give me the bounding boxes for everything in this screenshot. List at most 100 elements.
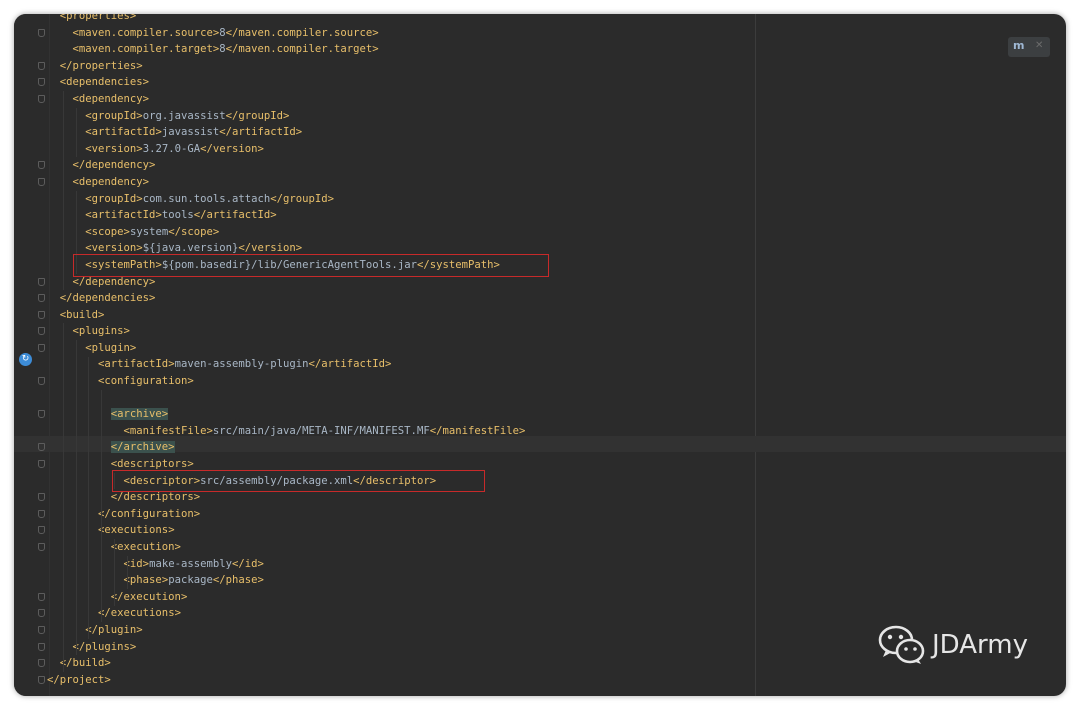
code-line[interactable]: <artifactId>javassist</artifactId> [14, 124, 1066, 141]
code-line[interactable]: <configuration> [14, 373, 1066, 390]
code-line[interactable]: </executions> [14, 605, 1066, 622]
xml-tag: </version> [238, 242, 303, 255]
maven-badge[interactable]: m ✕ [1008, 37, 1050, 57]
xml-text: tools [161, 209, 194, 222]
fold-marker-icon[interactable] [38, 277, 45, 286]
code-line[interactable]: <maven.compiler.target>8</maven.compiler… [14, 41, 1066, 58]
code-line[interactable]: <archive> [14, 406, 1066, 423]
xml-tag: <maven.compiler.target> [72, 43, 220, 56]
fold-marker-icon[interactable] [38, 543, 45, 551]
xml-tag: <maven.compiler.source> [72, 26, 220, 39]
code-line[interactable]: </properties> [14, 58, 1066, 75]
code-line[interactable]: <scope>system</scope> [14, 224, 1066, 241]
fold-marker-icon[interactable] [38, 493, 45, 502]
xml-tag: <archive> [110, 408, 169, 421]
code-line[interactable]: <dependency> [14, 174, 1066, 191]
fold-marker-icon[interactable] [38, 327, 45, 336]
xml-text: maven-assembly-plugin [174, 358, 309, 371]
indent-guide [113, 539, 115, 606]
code-line[interactable]: <build> [14, 307, 1066, 324]
fold-marker-icon[interactable] [38, 642, 45, 651]
code-content: </plugin> [47, 622, 142, 639]
fold-marker-icon[interactable] [38, 625, 45, 634]
fold-marker-icon[interactable] [38, 177, 45, 186]
code-line[interactable] [14, 390, 1066, 407]
code-line[interactable]: <groupId>org.javassist</groupId> [14, 108, 1066, 125]
code-line[interactable]: <artifactId>maven-assembly-plugin</artif… [14, 356, 1066, 373]
maven-run-icon[interactable]: ↻ [19, 353, 32, 366]
fold-marker-icon[interactable] [38, 410, 45, 419]
xml-tag: </maven.compiler.target> [225, 43, 379, 56]
highlight-box [73, 254, 549, 277]
code-line[interactable]: </project> [14, 672, 1066, 689]
code-content: </build> [47, 655, 111, 672]
fold-marker-icon[interactable] [38, 443, 45, 452]
fold-marker-icon[interactable] [38, 294, 45, 303]
xml-text: package [168, 574, 213, 587]
code-content: <plugin> [47, 340, 136, 357]
fold-marker-icon[interactable] [38, 460, 45, 469]
xml-text: 3.27.0-GA [142, 142, 201, 155]
xml-text: src/main/java/META-INF/MANIFEST.MF [212, 424, 430, 437]
code-content: <artifactId>tools</artifactId> [47, 207, 276, 224]
code-content: <maven.compiler.source>8</maven.compiler… [47, 25, 379, 42]
code-line[interactable]: </archive> [14, 439, 1066, 456]
fold-marker-icon[interactable] [38, 659, 45, 668]
code-content: <executions> [47, 522, 175, 539]
code-line[interactable]: <dependencies> [14, 74, 1066, 91]
code-content: <groupId>org.javassist</groupId> [47, 108, 289, 125]
close-icon[interactable]: ✕ [1035, 40, 1043, 51]
code-line[interactable]: <plugins> [14, 323, 1066, 340]
code-line[interactable]: <id>make-assembly</id> [14, 556, 1066, 573]
code-line[interactable]: <plugin> [14, 340, 1066, 357]
code-line[interactable]: <version>3.27.0-GA</version> [14, 141, 1066, 158]
highlight-box [111, 469, 485, 493]
code-line[interactable]: </execution> [14, 589, 1066, 606]
fold-marker-icon[interactable] [38, 609, 45, 618]
xml-tag: </phase> [212, 574, 264, 587]
xml-tag: </dependency> [72, 275, 156, 288]
indent-guide [62, 323, 64, 672]
fold-marker-icon[interactable] [38, 78, 45, 87]
code-line[interactable]: <properties> [14, 14, 1066, 25]
fold-marker-icon[interactable] [38, 61, 45, 70]
code-line[interactable]: </configuration> [14, 506, 1066, 523]
code-line[interactable]: <execution> [14, 539, 1066, 556]
fold-marker-icon[interactable] [38, 377, 45, 386]
xml-tag: <dependencies> [59, 76, 150, 89]
indent-guide [101, 389, 103, 623]
code-line[interactable]: <executions> [14, 522, 1066, 539]
watermark-label: JDArmy [932, 630, 1028, 660]
xml-tag: <executions> [98, 524, 175, 537]
code-editor[interactable]: <properties> <maven.compiler.source>8</m… [14, 14, 1066, 688]
code-line[interactable]: </dependency> [14, 157, 1066, 174]
indent-guide [75, 107, 77, 158]
code-line[interactable]: <artifactId>tools</artifactId> [14, 207, 1066, 224]
xml-tag: </plugins> [72, 640, 137, 653]
code-line[interactable]: <dependency> [14, 91, 1066, 108]
code-line[interactable]: </dependencies> [14, 290, 1066, 307]
xml-tag: </artifactId> [219, 126, 303, 139]
code-content: </configuration> [47, 506, 200, 523]
code-line[interactable]: <manifestFile>src/main/java/META-INF/MAN… [14, 423, 1066, 440]
code-line[interactable]: <groupId>com.sun.tools.attach</groupId> [14, 191, 1066, 208]
xml-tag: <artifactId> [85, 126, 162, 139]
fold-marker-icon[interactable] [38, 592, 45, 601]
indent-guide [62, 91, 64, 291]
fold-marker-icon[interactable] [38, 310, 45, 319]
fold-marker-icon[interactable] [38, 675, 45, 684]
xml-tag: <manifestFile> [123, 424, 213, 437]
indent-guide [75, 340, 77, 656]
fold-marker-icon[interactable] [38, 161, 45, 170]
code-line[interactable]: <maven.compiler.source>8</maven.compiler… [14, 25, 1066, 42]
fold-marker-icon[interactable] [38, 526, 45, 535]
fold-marker-icon[interactable] [38, 94, 45, 103]
fold-marker-icon[interactable] [38, 343, 45, 352]
xml-text: make-assembly [149, 557, 232, 570]
code-line[interactable]: <phase>package</phase> [14, 572, 1066, 589]
fold-marker-icon[interactable] [38, 509, 45, 518]
fold-marker-icon[interactable] [38, 28, 45, 37]
indent-guide [126, 555, 128, 589]
maven-icon[interactable]: m [1013, 39, 1024, 52]
xml-tag: <scope> [85, 225, 130, 238]
